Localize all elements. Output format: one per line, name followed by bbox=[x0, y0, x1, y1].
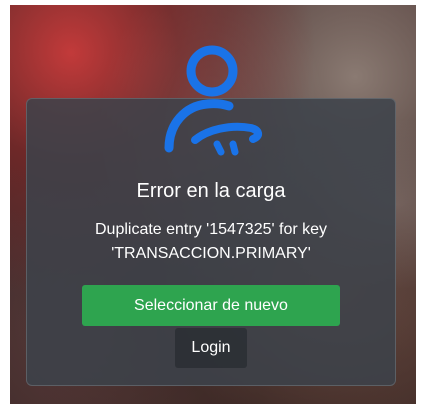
select-again-button[interactable]: Seleccionar de nuevo bbox=[82, 285, 340, 326]
user-key-icon bbox=[164, 45, 262, 156]
login-button[interactable]: Login bbox=[175, 328, 247, 368]
dialog-title: Error en la carga bbox=[136, 180, 286, 202]
error-message: Duplicate entry '1547325' for key 'TRANS… bbox=[94, 221, 328, 262]
